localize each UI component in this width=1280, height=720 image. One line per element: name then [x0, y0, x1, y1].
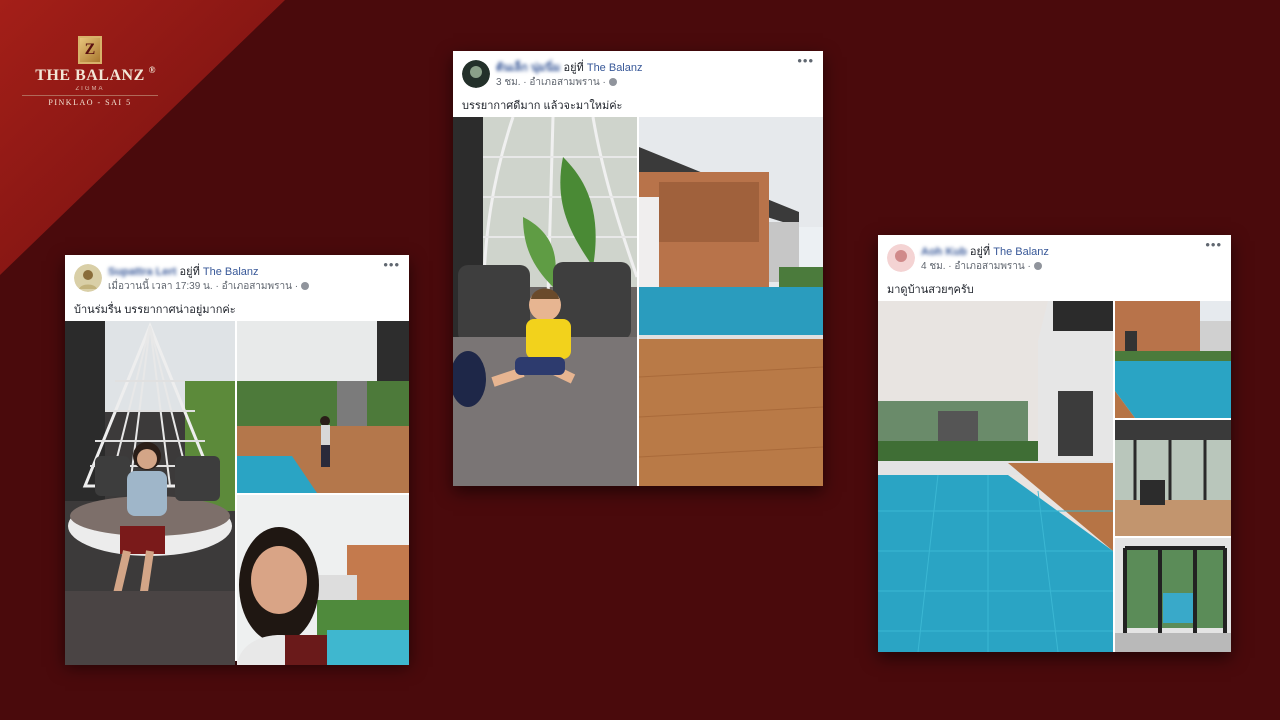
post-author-line: ต้นเล็ก นุ่มนิ่ม อยู่ที่ The Balanz: [496, 58, 643, 76]
post-photo-grid: [453, 117, 823, 486]
author-name[interactable]: Supattra Lert: [108, 266, 176, 278]
photo-pool-wide[interactable]: [878, 301, 1113, 652]
page-link[interactable]: The Balanz: [203, 266, 259, 278]
post-time[interactable]: 3 ชม.: [496, 77, 521, 88]
logo-emblem: Z: [78, 36, 102, 64]
globe-icon: [608, 78, 617, 86]
photo-baby-on-daybed[interactable]: [453, 117, 637, 486]
photo-glass-room[interactable]: [1115, 538, 1231, 652]
at-text: อยู่ที่: [560, 62, 587, 74]
more-options-button[interactable]: •••: [797, 53, 814, 68]
globe-icon: [1033, 262, 1042, 270]
page-link[interactable]: The Balanz: [587, 62, 643, 74]
post-caption: บ้านร่มรื่น บรรยากาศน่าอยู่มากค่ะ: [74, 304, 236, 316]
post-time[interactable]: 4 ชม.: [921, 261, 946, 272]
post-meta: เมื่อวานนี้ เวลา 17:39 น. · อำเภอสามพราน…: [108, 279, 309, 294]
post-author-line: Aoh Kub อยู่ที่ The Balanz: [921, 242, 1049, 260]
post-meta: 3 ชม. · อำเภอสามพราน ·: [496, 75, 617, 90]
facebook-post-1: Supattra Lert อยู่ที่ The Balanz เมื่อวา…: [65, 255, 409, 665]
post-author-line: Supattra Lert อยู่ที่ The Balanz: [108, 262, 259, 280]
brand-name: THE BALANZ ®: [22, 65, 158, 85]
post-caption: บรรยากาศดีมาก แล้วจะมาใหม่ค่ะ: [462, 100, 623, 112]
author-name[interactable]: ต้นเล็ก นุ่มนิ่ม: [496, 62, 560, 74]
brand-name-text: THE BALANZ: [35, 67, 145, 84]
post-time[interactable]: เมื่อวานนี้ เวลา 17:39 น.: [108, 281, 213, 292]
avatar[interactable]: [74, 264, 102, 292]
at-text: อยู่ที่: [966, 246, 994, 258]
photo-fitness-room[interactable]: [1115, 420, 1231, 536]
post-header: ต้นเล็ก นุ่มนิ่ม อยู่ที่ The Balanz 3 ชม…: [453, 51, 823, 99]
post-header: Supattra Lert อยู่ที่ The Balanz เมื่อวา…: [65, 255, 409, 303]
photo-pool-terrace[interactable]: [1115, 301, 1231, 418]
page-link[interactable]: The Balanz: [993, 246, 1049, 258]
post-photo-grid: [65, 321, 409, 665]
photo-woman-in-nest-chair[interactable]: [65, 321, 235, 665]
separator: ·: [1024, 261, 1034, 272]
post-caption: มาดูบ้านสวยๆครับ: [887, 284, 974, 296]
separator: ·: [212, 281, 222, 292]
facebook-post-2: ต้นเล็ก นุ่มนิ่ม อยู่ที่ The Balanz 3 ชม…: [453, 51, 823, 486]
post-place[interactable]: อำเภอสามพราน: [954, 261, 1024, 272]
photo-selfie-near-pool[interactable]: [237, 495, 409, 665]
photo-woman-at-pool[interactable]: [237, 321, 409, 493]
more-options-button[interactable]: •••: [1205, 237, 1222, 252]
author-name[interactable]: Aoh Kub: [921, 246, 967, 258]
at-text: อยู่ที่: [176, 266, 203, 278]
registered-mark: ®: [148, 65, 156, 75]
post-place[interactable]: อำเภอสามพราน: [222, 281, 292, 292]
more-options-button[interactable]: •••: [383, 257, 400, 272]
facebook-post-3: Aoh Kub อยู่ที่ The Balanz 4 ชม. · อำเภอ…: [878, 235, 1231, 652]
globe-icon: [300, 282, 309, 290]
post-meta: 4 ชม. · อำเภอสามพราน ·: [921, 259, 1042, 274]
separator: ·: [599, 77, 609, 88]
avatar[interactable]: [462, 60, 490, 88]
brand-location: PINKLAO - SAI 5: [22, 95, 158, 108]
photo-clubhouse-pool[interactable]: [639, 117, 823, 486]
separator: ·: [291, 281, 301, 292]
post-place[interactable]: อำเภอสามพราน: [529, 77, 599, 88]
brand-subtitle: ZIGMA: [75, 86, 105, 92]
post-header: Aoh Kub อยู่ที่ The Balanz 4 ชม. · อำเภอ…: [878, 235, 1231, 283]
brand-logo: Z THE BALANZ ® ZIGMA PINKLAO - SAI 5: [22, 36, 158, 108]
post-photo-grid: [878, 301, 1231, 652]
avatar[interactable]: [887, 244, 915, 272]
